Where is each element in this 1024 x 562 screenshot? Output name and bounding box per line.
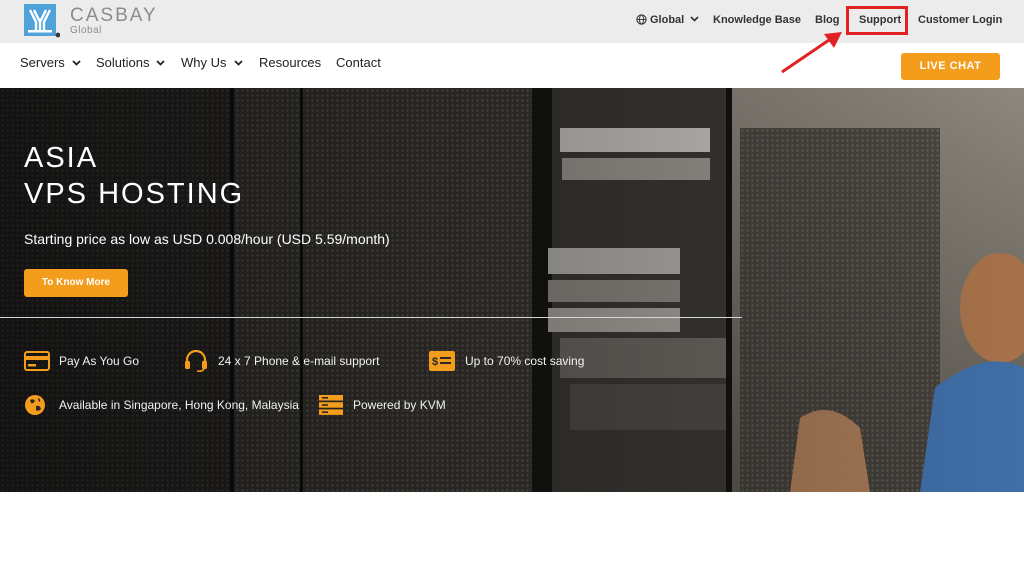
main-nav: Servers Solutions Why Us Resources Conta…: [0, 43, 1024, 88]
casbay-logo-icon: [24, 4, 60, 38]
nav-servers-label: Servers: [20, 55, 65, 70]
globe-icon: [25, 395, 45, 415]
chevron-down-icon: [690, 16, 699, 22]
utility-bar: CASBAY Global Global Knowledge Base Blog…: [0, 0, 1024, 43]
knowledge-base-link[interactable]: Knowledge Base: [713, 14, 801, 26]
nav-solutions[interactable]: Solutions: [96, 55, 166, 70]
feature-cost-saving: $ Up to 70% cost saving: [428, 350, 584, 372]
hero-banner: ASIA VPS HOSTING Starting price as low a…: [0, 88, 1024, 492]
brand-name: CASBAY: [70, 5, 158, 26]
chevron-down-icon: [72, 60, 81, 66]
feature-kvm: Powered by KVM: [318, 394, 446, 416]
nav-why-us[interactable]: Why Us: [181, 55, 243, 70]
hero-title: ASIA VPS HOSTING: [24, 140, 244, 212]
feature-label: Powered by KVM: [353, 398, 446, 412]
nav-why-us-label: Why Us: [181, 55, 227, 70]
global-region-selector[interactable]: Global: [636, 14, 699, 26]
blog-link[interactable]: Blog: [815, 14, 839, 26]
nav-solutions-label: Solutions: [96, 55, 150, 70]
annotation-arrow-icon: [781, 32, 842, 74]
svg-text:$: $: [432, 356, 438, 368]
server-stack-icon: [319, 395, 343, 415]
feature-availability: Available in Singapore, Hong Kong, Malay…: [24, 394, 299, 416]
chevron-down-icon: [233, 60, 243, 66]
chevron-down-icon: [156, 60, 166, 66]
headset-icon: [185, 350, 207, 372]
feature-label: Pay As You Go: [59, 354, 140, 368]
brand-logo[interactable]: CASBAY Global: [24, 4, 158, 38]
global-label: Global: [650, 14, 685, 26]
feature-label: 24 x 7 Phone & e-mail support: [218, 354, 380, 368]
to-know-more-button[interactable]: To Know More: [24, 269, 128, 297]
feature-pay-as-you-go: Pay As You Go: [24, 350, 139, 372]
support-highlight-box: [846, 6, 908, 35]
nav-contact[interactable]: Contact: [336, 55, 381, 70]
customer-login-link[interactable]: Customer Login: [918, 14, 1002, 26]
nav-servers[interactable]: Servers: [20, 55, 81, 70]
live-chat-button[interactable]: LIVE CHAT: [901, 53, 1000, 80]
hero-title-line2: VPS HOSTING: [24, 178, 245, 210]
feature-label: Up to 70% cost saving: [465, 354, 585, 368]
brand-tagline: Global: [70, 25, 102, 36]
hero-title-line1: ASIA: [24, 142, 99, 174]
credit-card-icon: [24, 351, 50, 371]
feature-support: 24 x 7 Phone & e-mail support: [183, 350, 379, 372]
nav-resources[interactable]: Resources: [259, 55, 321, 70]
dollar-bill-icon: $: [429, 351, 455, 371]
hero-divider: [0, 317, 742, 318]
hero-subtitle: Starting price as low as USD 0.008/hour …: [24, 231, 390, 247]
feature-label: Available in Singapore, Hong Kong, Malay…: [59, 398, 299, 412]
globe-icon: [636, 14, 647, 25]
